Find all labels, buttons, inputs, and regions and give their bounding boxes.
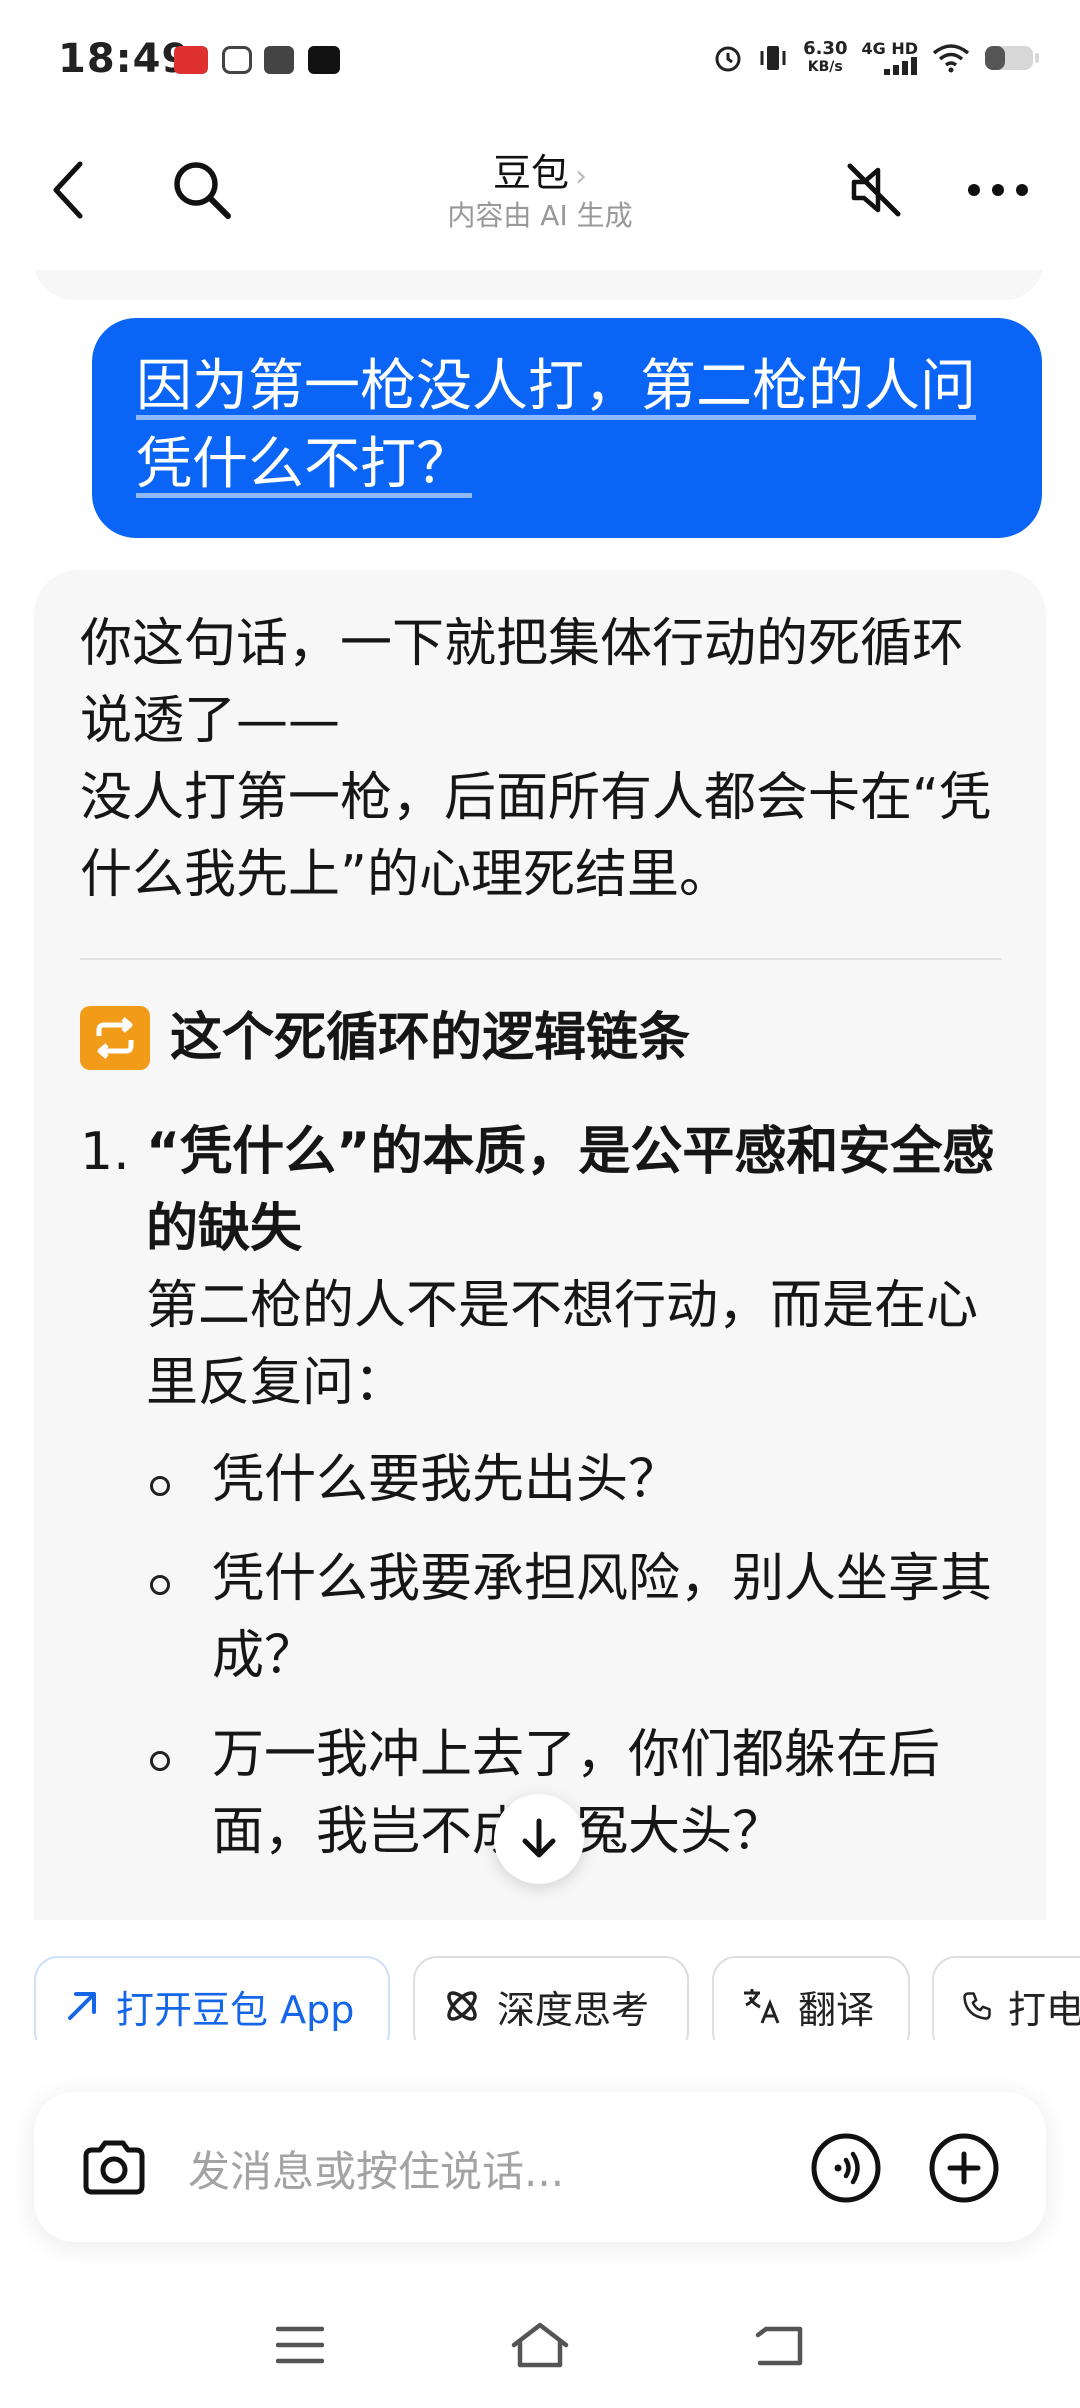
atom-icon [447,1991,477,2021]
vibrate-icon [760,46,786,70]
chat-title[interactable]: 豆包 › [0,142,1080,197]
douyin-notification-icon [308,46,340,74]
network-speed: 6.30 KB/s [803,40,847,76]
system-nav-bar [0,2290,1080,2408]
quick-actions: 打开豆包 App 深度思考 翻译 打电话 [0,1920,1080,2040]
back-nav-icon [755,2326,803,2366]
scroll-to-bottom-button[interactable] [494,1794,584,1884]
list-item-number: 1. [80,1122,130,1182]
call-chip[interactable]: 打电话 [932,1956,1080,2040]
ai-message-card: 你这句话，一下就把集体行动的死循环说透了—— 没人打第一枪，后面所有人都会卡在“… [34,570,1046,1920]
wifi-icon [932,44,970,73]
chat-header: 豆包 › 内容由 AI 生成 [0,120,1080,270]
list-item: 1. “凭什么”的本质，是公平感和安全感的缺失 第二枪的人不是不想行动，而是在心… [80,1114,1002,1871]
camera-button[interactable] [74,2128,154,2208]
list-item-body: 第二枪的人不是不想行动，而是在心里反复问： [146,1276,979,1413]
mail-notification-icon [264,46,294,74]
network-type: 4G HD [861,41,918,75]
section-title-text: 这个死循环的逻辑链条 [170,1008,691,1068]
add-button[interactable] [924,2128,1004,2208]
ai-intro-line-1: 你这句话，一下就把集体行动的死循环说透了—— [80,614,965,751]
net-type-label: 4G HD [861,39,918,58]
status-time: 18:49 [58,36,191,82]
menu-lines-icon [276,2326,324,2364]
call-label: 打电话 [1007,1987,1080,2032]
net-speed-value: 6.30 [803,38,848,59]
mute-button[interactable] [834,150,914,230]
chat-title-text: 豆包 [492,151,569,195]
home-icon [511,2322,569,2368]
deep-think-chip[interactable]: 深度思考 [413,1956,689,2040]
phone-icon [963,1992,991,2020]
previous-message-card [34,270,1044,300]
camera-icon [83,2140,145,2195]
status-right: 6.30 KB/s 4G HD [713,40,1040,76]
speaker-muted-icon [847,163,901,217]
toutiao-notification-icon [174,46,208,74]
arrow-down-icon [522,1818,556,1858]
battery-icon [985,46,1039,70]
open-app-label: 打开豆包 App [116,1987,355,2032]
chat-scroll-area[interactable]: 因为第一枪没人打，第二枪的人问凭什么不打？ 你这句话，一下就把集体行动的死循环说… [0,270,1080,1920]
home-button[interactable] [500,2310,580,2380]
voice-call-button[interactable] [806,2128,886,2208]
voice-wave-icon [811,2133,881,2203]
translate-chip[interactable]: 翻译 [712,1956,910,2040]
net-speed-unit: KB/s [807,59,843,75]
open-app-chip[interactable]: 打开豆包 App [34,1956,390,2040]
signal-icon [884,57,917,75]
translate-label: 翻译 [798,1987,875,2032]
ai-disclaimer: 内容由 AI 生成 [447,199,633,232]
back-nav-button[interactable] [740,2310,820,2380]
status-bar: 18:49 6.30 KB/s 4G HD [0,0,1080,120]
user-message-text[interactable]: 因为第一枪没人打，第二枪的人问凭什么不打？ [136,354,976,497]
plus-circle-icon [929,2133,999,2203]
external-arrow-icon [68,1992,96,2020]
list-item-heading: “凭什么”的本质，是公平感和安全感的缺失 [146,1122,995,1259]
sub-list: 凭什么要我先出头？ 凭什么我要承担风险，别人坐享其成？ 万一我冲上去了，你们都躲… [146,1442,1002,1871]
translate-icon [744,1989,780,2024]
recent-apps-button[interactable] [260,2310,340,2380]
alarm-icon [715,46,741,72]
message-input-bar[interactable]: 发消息或按住说话... [34,2092,1046,2242]
section-title: 这个死循环的逻辑链条 [80,998,1002,1078]
hand-notification-icon [222,46,252,74]
sub-list-item: 凭什么我要承担风险，别人坐享其成？ [146,1541,1002,1695]
sub-list-item: 凭什么要我先出头？ [146,1442,1002,1519]
user-message-bubble[interactable]: 因为第一枪没人打，第二枪的人问凭什么不打？ [92,318,1042,538]
more-button[interactable] [958,150,1038,230]
repeat-icon [80,1006,150,1070]
title-chevron-icon: › [575,159,587,194]
ai-intro-line-2: 没人打第一枪，后面所有人都会卡在“凭什么我先上”的心理死结里。 [80,768,991,905]
more-dots-icon [968,184,1028,196]
divider [80,958,1002,960]
deep-think-label: 深度思考 [497,1987,650,2032]
message-input[interactable]: 发消息或按住说话... [188,2138,564,2199]
